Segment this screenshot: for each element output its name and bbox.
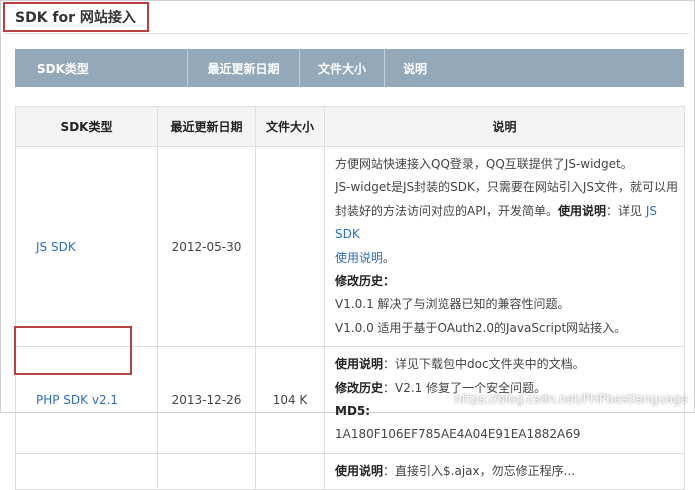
js-sdk-link[interactable]: JS SDK bbox=[36, 240, 76, 254]
title-divider bbox=[3, 33, 689, 34]
col-header-description: 说明 bbox=[324, 106, 685, 147]
usage-label: 使用说明 bbox=[558, 203, 607, 218]
desc-text: ：详见下载包中doc文件夹中的文档。 bbox=[383, 357, 585, 372]
header-bar-update-date: 最近更新日期 bbox=[188, 49, 300, 87]
update-date-cell bbox=[157, 452, 256, 490]
file-size-cell bbox=[255, 452, 325, 490]
desc-line: 使用说明。 bbox=[335, 247, 680, 270]
table-row: JS SDK 2012-05-30 方便网站快速接入QQ登录，QQ互联提供了JS… bbox=[15, 145, 685, 348]
desc-line: 使用说明：详见下载包中doc文件夹中的文档。 bbox=[335, 353, 680, 376]
desc-line: V1.0.1 解决了与浏览器已知的兼容性问题。 bbox=[335, 297, 570, 312]
desc-line: 使用说明：直接引入$.ajax，勿忘修正程序... bbox=[335, 460, 680, 483]
desc-line: 方便网站快速接入QQ登录，QQ互联提供了JS-widget。 bbox=[335, 157, 633, 171]
page-title: SDK for 网站接入 bbox=[3, 2, 149, 32]
desc-line: V1.0.0 适用于基于OAuth2.0的JavaScript网站接入。 bbox=[335, 320, 627, 335]
desc-text: ：直接引入$.ajax，勿忘修正程序... bbox=[383, 463, 576, 478]
history-label: 修改历史： bbox=[335, 274, 396, 289]
file-size-cell: 104 K bbox=[255, 346, 325, 454]
desc-line: JS-widget是JS封装的SDK，只需要在网站引入JS文件，就可以用 bbox=[335, 180, 678, 195]
header-bar-description: 说明 bbox=[403, 61, 428, 76]
desc-text: 。 bbox=[383, 250, 396, 265]
sdk-type-cell: JS SDK bbox=[15, 145, 158, 348]
update-date-cell: 2012-05-30 bbox=[157, 145, 256, 348]
usage-label: 使用说明 bbox=[335, 463, 384, 478]
col-header-update-date: 最近更新日期 bbox=[157, 106, 256, 147]
description-cell: 方便网站快速接入QQ登录，QQ互联提供了JS-widget。 JS-widget… bbox=[324, 145, 685, 348]
desc-line: 封装好的方法访问对应的API，开发简单。使用说明：详见 JS SDK bbox=[335, 200, 680, 247]
table-header-bar: SDK类型 最近更新日期 文件大小 说明 bbox=[15, 49, 684, 87]
md5-label: MD5: bbox=[335, 404, 371, 419]
sdk-type-cell: PHP SDK v2.1 bbox=[15, 346, 158, 454]
table-header-row: SDK类型 最近更新日期 文件大小 说明 bbox=[15, 106, 685, 147]
col-header-file-size: 文件大小 bbox=[255, 106, 325, 147]
desc-line: 修改历史： bbox=[335, 270, 680, 293]
file-size-cell bbox=[255, 145, 325, 348]
update-date-cell: 2013-12-26 bbox=[157, 346, 256, 454]
usage-doc-link[interactable]: 使用说明 bbox=[335, 251, 383, 265]
desc-line: 1A180F106EF785AE4A04E91EA1882A69 bbox=[335, 427, 581, 442]
page-title-text: SDK for 网站接入 bbox=[15, 10, 136, 26]
desc-text: ：详见 bbox=[606, 203, 646, 218]
description-cell: 使用说明：直接引入$.ajax，勿忘修正程序... bbox=[324, 452, 685, 490]
php-sdk-link[interactable]: PHP SDK v2.1 bbox=[36, 393, 118, 407]
col-header-sdk-type: SDK类型 bbox=[15, 106, 158, 147]
desc-text: 封装好的方法访问对应的API，开发简单。 bbox=[335, 203, 558, 218]
watermark: https://blog.csdn.net/PHPbestlanguage bbox=[454, 392, 688, 406]
sdk-table: SDK类型 最近更新日期 文件大小 说明 JS SDK 2012-05-30 方… bbox=[15, 106, 685, 490]
usage-label: 使用说明 bbox=[335, 357, 384, 372]
header-bar-file-size: 文件大小 bbox=[300, 49, 385, 87]
table-row: 使用说明：直接引入$.ajax，勿忘修正程序... bbox=[15, 452, 685, 490]
header-bar-sdk-type: SDK类型 bbox=[15, 49, 188, 87]
sdk-type-cell bbox=[15, 452, 158, 490]
